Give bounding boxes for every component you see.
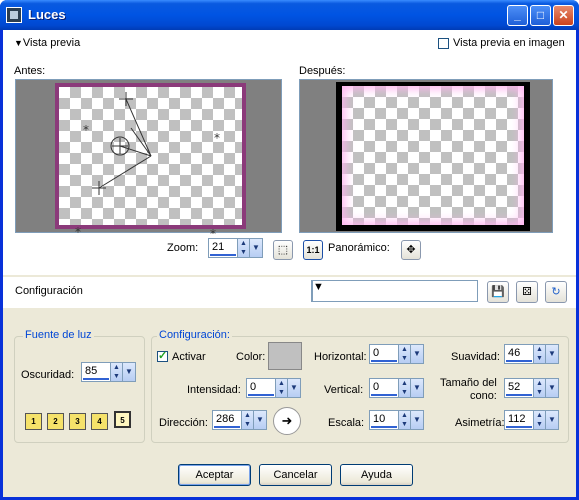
- asymmetry-spinner[interactable]: 112 ▲ ▼ ▼: [504, 410, 559, 430]
- horizontal-label: Horizontal:: [314, 351, 367, 363]
- zoom-spinner[interactable]: 21 ▲ ▼ ▼: [208, 238, 263, 258]
- lights-dialog: Luces _ □ ✕ ▼Vista previa Vista previa e…: [0, 0, 579, 500]
- scale-field[interactable]: 10: [369, 410, 399, 430]
- intensity-dropdown[interactable]: ▼: [287, 378, 301, 398]
- intensity-spinner[interactable]: 0 ▲ ▼ ▼: [246, 378, 302, 398]
- vertical-field[interactable]: 0: [369, 378, 399, 398]
- zoom-fit-icon: ⬚: [277, 244, 289, 256]
- light-source-group-label: Fuente de luz: [23, 329, 94, 341]
- close-button[interactable]: ✕: [553, 5, 574, 26]
- triangle-down-icon: ▼: [14, 38, 23, 48]
- reset-icon: ↻: [551, 286, 561, 298]
- presets-row: Configuración ▼ 💾 ⚄ ↻: [3, 277, 576, 308]
- vertical-dropdown[interactable]: ▼: [410, 378, 424, 398]
- reset-button[interactable]: ↻: [545, 281, 567, 303]
- cone-size-label: Tamaño del cono:: [440, 377, 497, 402]
- activate-label: Activar: [172, 351, 206, 363]
- horizontal-field[interactable]: 0: [369, 344, 399, 364]
- scale-dropdown[interactable]: ▼: [410, 410, 424, 430]
- before-label: Antes:: [14, 65, 46, 77]
- chevron-down-icon: ▼: [312, 281, 477, 301]
- direction-dropdown[interactable]: ▼: [253, 410, 267, 430]
- horizontal-dropdown[interactable]: ▼: [410, 344, 424, 364]
- cancel-button[interactable]: Cancelar: [259, 464, 332, 486]
- before-preview[interactable]: * * * *: [15, 79, 283, 234]
- direction-field[interactable]: 286: [212, 410, 242, 430]
- intensity-field[interactable]: 0: [246, 378, 276, 398]
- softness-label: Suavidad:: [451, 351, 500, 363]
- help-button[interactable]: Ayuda: [340, 464, 413, 486]
- horizontal-spinner[interactable]: 0 ▲ ▼ ▼: [369, 344, 424, 364]
- activate-checkbox[interactable]: [157, 349, 168, 362]
- dice-icon: ⚄: [522, 286, 532, 298]
- softness-dropdown[interactable]: ▼: [545, 344, 559, 364]
- maximize-button[interactable]: □: [530, 5, 551, 26]
- light-2-button[interactable]: 2: [47, 413, 64, 430]
- settings-group-label: Configuración:: [157, 329, 232, 341]
- direction-dial[interactable]: ➜: [273, 407, 301, 435]
- asymmetry-dropdown[interactable]: ▼: [545, 410, 559, 430]
- softness-spinner[interactable]: 46 ▲ ▼ ▼: [504, 344, 559, 364]
- light-1-button[interactable]: 1: [25, 413, 42, 430]
- asymmetry-field[interactable]: 112: [504, 410, 534, 430]
- scale-spinner[interactable]: 10 ▲ ▼ ▼: [369, 410, 424, 430]
- light-handles[interactable]: * * * *: [16, 80, 283, 234]
- cone-size-spinner[interactable]: 52 ▲ ▼ ▼: [504, 378, 559, 398]
- cone-size-dropdown[interactable]: ▼: [545, 378, 559, 398]
- cone-size-field[interactable]: 52: [504, 378, 534, 398]
- softness-field[interactable]: 46: [504, 344, 534, 364]
- direction-spinner[interactable]: 286 ▲ ▼ ▼: [212, 410, 267, 430]
- presets-label: Configuración: [15, 285, 83, 297]
- svg-text:*: *: [210, 227, 216, 234]
- intensity-label: Intensidad:: [187, 384, 241, 396]
- random-button[interactable]: ⚄: [516, 281, 538, 303]
- vertical-spinner[interactable]: 0 ▲ ▼ ▼: [369, 378, 424, 398]
- darkness-spinner[interactable]: 85 ▲ ▼ ▼: [81, 362, 137, 382]
- darkness-label: Oscuridad:: [21, 369, 75, 381]
- pan-move-icon: ✥: [406, 244, 416, 256]
- darkness-field[interactable]: 85: [81, 362, 111, 382]
- save-icon: 💾: [491, 286, 505, 298]
- svg-text:*: *: [75, 225, 81, 234]
- zoom-label: Zoom:: [167, 242, 199, 254]
- after-label: Después:: [299, 65, 346, 77]
- color-label: Color:: [236, 351, 266, 363]
- arrow-right-icon: ➜: [281, 413, 293, 428]
- after-image: [342, 86, 524, 225]
- color-swatch[interactable]: [268, 342, 302, 370]
- preview-in-image-label: Vista previa en imagen: [453, 37, 565, 49]
- preview-in-image-checkbox[interactable]: [438, 38, 449, 49]
- darkness-dropdown[interactable]: ▼: [122, 362, 136, 382]
- presets-dropdown[interactable]: ▼: [311, 280, 478, 302]
- ratio-1-1-button[interactable]: 1:1: [303, 240, 323, 260]
- svg-text:*: *: [214, 131, 220, 145]
- app-icon: [6, 7, 22, 23]
- panoramic-label: Panorámico:: [328, 242, 390, 254]
- pan-button[interactable]: ✥: [401, 240, 421, 260]
- zoom-field[interactable]: 21: [208, 238, 238, 258]
- accept-button[interactable]: Aceptar: [178, 464, 251, 486]
- light-4-button[interactable]: 4: [91, 413, 108, 430]
- preview-toggle[interactable]: ▼Vista previa: [14, 37, 80, 49]
- vertical-label: Vertical:: [324, 384, 364, 396]
- zoom-fit-button[interactable]: ⬚: [273, 240, 293, 260]
- save-preset-button[interactable]: 💾: [487, 281, 509, 303]
- direction-label: Dirección:: [159, 417, 208, 429]
- after-preview[interactable]: [299, 79, 553, 233]
- svg-text:*: *: [83, 123, 89, 137]
- minimize-button[interactable]: _: [507, 5, 528, 26]
- window-title: Luces: [28, 7, 66, 22]
- scale-label: Escala:: [328, 417, 365, 429]
- light-3-button[interactable]: 3: [69, 413, 86, 430]
- asymmetry-label: Asimetría:: [455, 417, 505, 429]
- title-bar[interactable]: Luces _ □ ✕: [0, 0, 579, 30]
- preview-panel: ▼Vista previa Vista previa en imagen Ant…: [3, 30, 576, 275]
- zoom-dropdown[interactable]: ▼: [249, 238, 263, 258]
- light-5-button[interactable]: 5: [114, 411, 131, 428]
